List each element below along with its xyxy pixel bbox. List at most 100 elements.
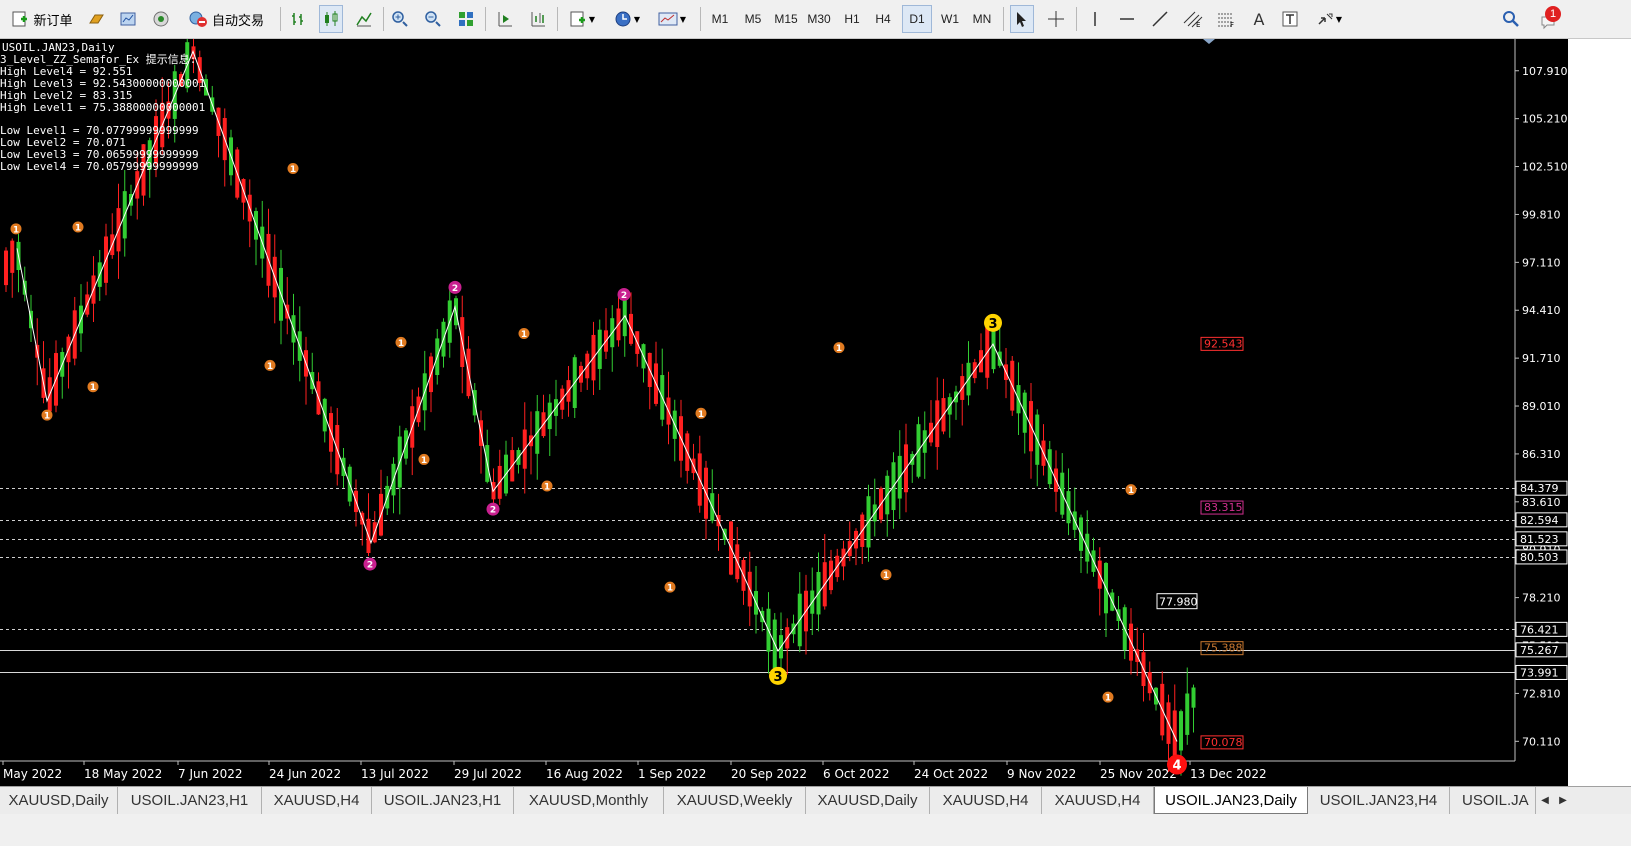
tab-usoil-truncated[interactable]: USOIL.JA: [1450, 787, 1536, 814]
bar-chart-icon: [292, 13, 303, 25]
history-icon: [120, 12, 136, 26]
price-level-label: 73.991: [1520, 666, 1559, 679]
time-tick-label: 13 Dec 2022: [1190, 767, 1267, 781]
equidistant-channel-button[interactable]: E: [1181, 5, 1205, 33]
price-tick-label: 94.410: [1522, 304, 1561, 317]
timeframe-h1[interactable]: H1: [838, 5, 866, 33]
chart-shift-button[interactable]: [527, 5, 549, 33]
search-button[interactable]: [1500, 5, 1522, 33]
tab-xauusd-monthly[interactable]: XAUUSD,Monthly: [514, 787, 664, 814]
price-tick-label: 70.110: [1522, 735, 1561, 748]
history-center-button[interactable]: [117, 5, 139, 33]
vertical-line-button[interactable]: [1084, 5, 1106, 33]
tab-usoil-h1-2[interactable]: USOIL.JAN23,H1: [372, 787, 514, 814]
text-label-button[interactable]: [1279, 5, 1301, 33]
semafor-marker-label: 1: [1105, 694, 1111, 704]
timeframe-mn[interactable]: MN: [967, 5, 997, 33]
tab-xauusd-daily-2[interactable]: XAUUSD,Daily: [806, 787, 930, 814]
tab-xauusd-h4-2[interactable]: XAUUSD,H4: [930, 787, 1042, 814]
zoom-out-icon: [425, 11, 441, 27]
tab-usoil-daily[interactable]: USOIL.JAN23,Daily: [1154, 787, 1308, 814]
price-level-label: 84.379: [1520, 482, 1559, 495]
cursor-tool-button[interactable]: [1010, 5, 1034, 33]
zoom-in-button[interactable]: [389, 5, 411, 33]
arrows-dropdown[interactable]: ▼: [1311, 5, 1347, 33]
market-watch-button[interactable]: [86, 5, 108, 33]
trendline-button[interactable]: [1149, 5, 1171, 33]
time-tick-label: 7 Jun 2022: [178, 767, 243, 781]
chart-tabs: XAUUSD,Daily USOIL.JAN23,H1 XAUUSD,H4 US…: [0, 786, 1631, 814]
horizontal-line-button[interactable]: [1116, 5, 1138, 33]
semafor-marker-label: 1: [290, 165, 296, 175]
templates-dropdown[interactable]: ▼: [654, 5, 690, 33]
arrow-right-icon: ▶: [1559, 795, 1567, 806]
bar-chart-button[interactable]: [287, 5, 309, 33]
text-tool-button[interactable]: A: [1248, 5, 1270, 33]
channel-icon: E: [1183, 11, 1203, 28]
semafor-marker-label: 1: [267, 362, 273, 372]
toolbar: 新订单 自动交易 ▼ ▼ ▼ M1 M5 M15 M30 H1 H4 D1 W1…: [0, 0, 1631, 39]
chart-symbol-title: USOIL.JAN23,Daily: [2, 41, 115, 54]
timeframe-m30[interactable]: M30: [803, 5, 835, 33]
timeframe-h4[interactable]: H4: [869, 5, 897, 33]
indicator-title: 3_Level_ZZ_Semafor_Ex 提示信息:: [0, 53, 197, 66]
status-strip: [0, 814, 1631, 846]
semafor-marker-label: 1: [44, 412, 50, 422]
tab-xauusd-weekly[interactable]: XAUUSD,Weekly: [664, 787, 806, 814]
arrow-left-icon: ◀: [1541, 795, 1549, 806]
fibonacci-button[interactable]: F: [1214, 5, 1238, 33]
price-tick-label: 102.510: [1522, 161, 1568, 174]
tab-usoil-h1[interactable]: USOIL.JAN23,H1: [118, 787, 262, 814]
chart-canvas[interactable]: 107.910 105.210 102.510 99.810 97.110 94.410 9…: [0, 39, 1568, 786]
gold-bars-icon: [89, 14, 104, 24]
new-order-button[interactable]: 新订单: [6, 5, 78, 33]
tab-xauusd-h4-3[interactable]: XAUUSD,H4: [1042, 787, 1154, 814]
tile-windows-button[interactable]: [455, 5, 477, 33]
price-tick-label: 107.910: [1522, 65, 1568, 78]
level-info-low-2: Low Level2 = 70.071: [0, 136, 126, 149]
semafor-marker-label: 1: [13, 225, 19, 235]
zoom-out-button[interactable]: [422, 5, 444, 33]
timeframe-d1[interactable]: D1: [902, 5, 932, 33]
separator: [280, 7, 281, 31]
timeframe-m15[interactable]: M15: [770, 5, 802, 33]
signals-button[interactable]: [150, 5, 172, 33]
separator: [485, 7, 486, 31]
auto-trading-button[interactable]: 自动交易: [182, 5, 270, 33]
timeframe-w1[interactable]: W1: [936, 5, 964, 33]
line-chart-button[interactable]: [353, 5, 375, 33]
tab-scroll-left-button[interactable]: ◀: [1536, 787, 1554, 814]
time-tick-label: 24 Jun 2022: [269, 767, 341, 781]
candle-body: [4, 250, 8, 286]
chart-shift-marker: [1203, 39, 1215, 44]
auto-scroll-button[interactable]: [494, 5, 516, 33]
zoom-in-icon: [392, 11, 408, 27]
price-level-label: 80.503: [1520, 551, 1559, 564]
crosshair-tool-button[interactable]: [1044, 5, 1068, 33]
indicators-dropdown[interactable]: ▼: [564, 5, 600, 33]
candlestick-button[interactable]: [319, 5, 343, 33]
tab-xauusd-daily[interactable]: XAUUSD,Daily: [0, 787, 118, 814]
timeframe-m1[interactable]: M1: [706, 5, 734, 33]
notifications-button[interactable]: 1: [1533, 5, 1563, 33]
tab-xauusd-h4[interactable]: XAUUSD,H4: [262, 787, 372, 814]
price-chart[interactable]: 107.910 105.210 102.510 99.810 97.110 94.410 9…: [0, 39, 1568, 786]
periods-dropdown[interactable]: ▼: [609, 5, 645, 33]
semafor-marker-label: 1: [421, 456, 427, 466]
new-order-icon: [12, 11, 28, 27]
level-info-high-2: High Level2 = 83.315: [0, 89, 133, 102]
separator: [1003, 7, 1004, 31]
time-tick-label: 13 Jul 2022: [361, 767, 429, 781]
semafor-marker-label: 1: [1128, 486, 1134, 496]
semafor-marker-label: 2: [452, 284, 458, 294]
candlestick-icon: [325, 11, 338, 26]
auto-trading-label: 自动交易: [211, 13, 264, 29]
timeframe-m5[interactable]: M5: [739, 5, 767, 33]
tab-usoil-h4[interactable]: USOIL.JAN23,H4: [1308, 787, 1450, 814]
semafor-marker-label: 4: [1172, 759, 1181, 774]
current-price-label: 77.980: [1159, 596, 1198, 609]
tile-windows-icon: [459, 12, 473, 26]
separator: [1076, 7, 1077, 31]
tab-scroll-right-button[interactable]: ▶: [1554, 787, 1572, 814]
level-label-value: 83.315: [1204, 501, 1243, 514]
